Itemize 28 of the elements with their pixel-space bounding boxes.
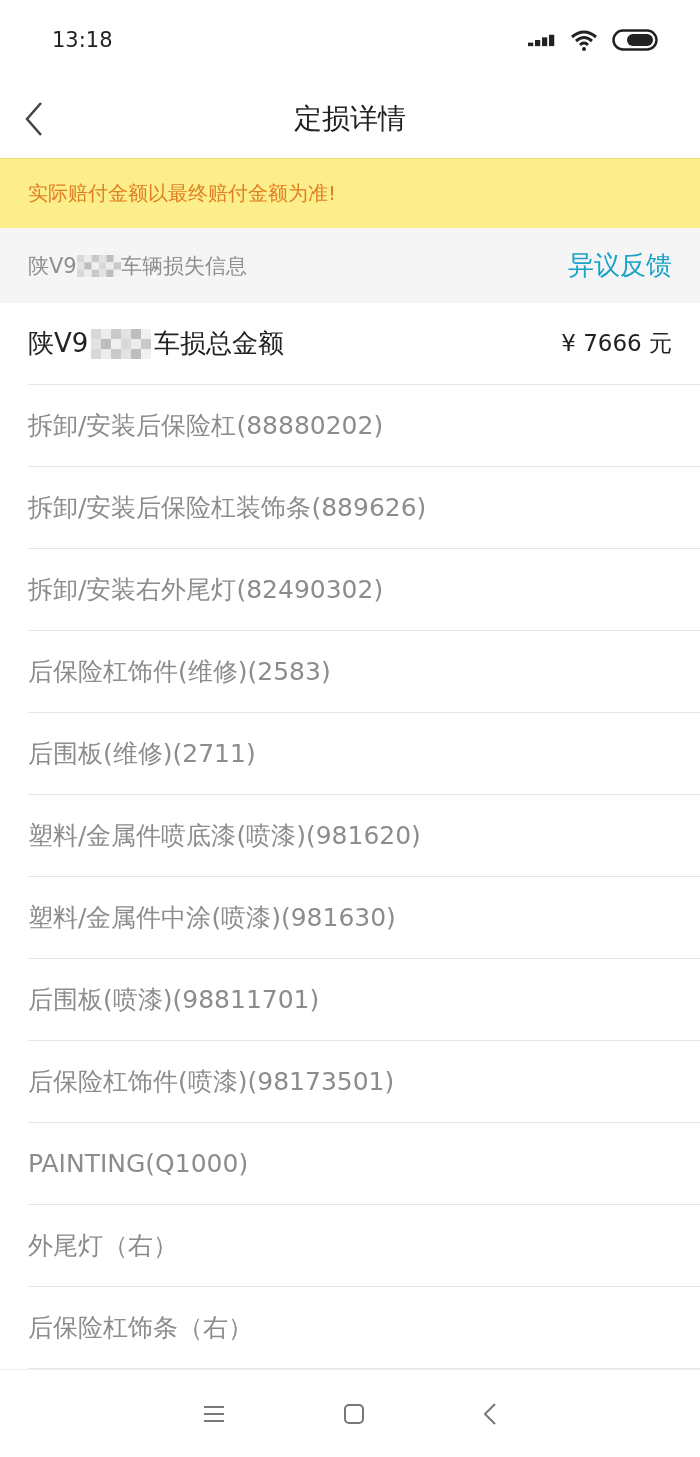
battery-icon bbox=[612, 29, 658, 51]
damage-item: 后保险杠饰件(喷漆)(98173501) bbox=[28, 1066, 395, 1098]
page-title: 定损详情 bbox=[294, 101, 406, 137]
section-title: 车辆损失信息 bbox=[120, 252, 247, 280]
total-amount: ¥ 7666 元 bbox=[561, 329, 672, 358]
notice-text: 实际赔付金额以最终赔付金额为准! bbox=[28, 180, 337, 207]
damage-item: 后围板(维修)(2711) bbox=[28, 738, 256, 770]
plate-prefix: 陕V9 bbox=[28, 252, 77, 280]
damage-item: 后围板(喷漆)(98811701) bbox=[28, 984, 320, 1016]
damage-item: 塑料/金属件中涂(喷漆)(981630) bbox=[28, 902, 396, 934]
plate-prefix: 陕V9 bbox=[28, 327, 89, 360]
pixelated-mosaic bbox=[76, 254, 121, 277]
total-label: 车损总金额 bbox=[154, 327, 285, 360]
damage-item: 外尾灯（右） bbox=[28, 1230, 178, 1262]
wifi-icon bbox=[570, 29, 598, 51]
back-icon bbox=[483, 1402, 497, 1425]
damage-item: 拆卸/安装右外尾灯(82490302) bbox=[28, 574, 384, 606]
damage-item: 拆卸/安装后保险杠(88880202) bbox=[28, 410, 384, 442]
damage-item: 拆卸/安装后保险杠装饰条(889626) bbox=[28, 492, 427, 524]
home-icon bbox=[343, 1402, 365, 1425]
damage-item: PAINTING(Q1000) bbox=[28, 1149, 249, 1178]
damage-item: 后保险杠饰件(维修)(2583) bbox=[28, 656, 331, 688]
menu-icon bbox=[203, 1404, 225, 1423]
back-icon bbox=[24, 101, 44, 137]
feedback-link[interactable]: 异议反馈 bbox=[568, 248, 672, 283]
damage-item: 后保险杠饰条（右） bbox=[28, 1312, 253, 1344]
damage-item: 塑料/金属件喷底漆(喷漆)(981620) bbox=[28, 820, 421, 852]
status-time: 13:18 bbox=[52, 28, 113, 52]
